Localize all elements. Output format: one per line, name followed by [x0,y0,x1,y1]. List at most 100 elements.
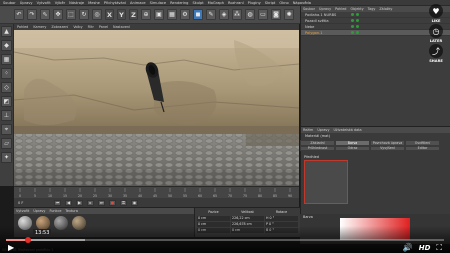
cube-icon[interactable]: ◼ [193,9,203,20]
axis-mode-icon[interactable]: ⊥ [1,110,12,121]
edges-mode-icon[interactable]: ◇ [1,82,12,93]
visibility-dot-icon[interactable] [351,31,354,34]
material-menu-item[interactable]: Vytvořit [16,209,29,213]
visibility-dot-icon[interactable] [351,13,354,16]
viewport-menu-item[interactable]: Kamery [33,25,46,29]
visibility-dot-icon[interactable] [351,25,354,28]
menu-item[interactable]: Rozhraní [228,1,244,5]
viewport-menu-item[interactable]: Nastavení [113,25,130,29]
viewport-menu-item[interactable]: Zobrazení [51,25,68,29]
object-menu-item[interactable]: Záložky [379,7,392,11]
like-button[interactable]: ♥ LIKE [425,4,447,23]
next-frame-icon[interactable]: ▸ [87,199,94,206]
go-to-end-icon[interactable]: ⏭ [98,199,105,206]
polygons-mode-icon[interactable]: ◩ [1,96,12,107]
render-dot-icon[interactable] [356,19,359,22]
make-editable-icon[interactable]: ▲ [1,26,12,37]
attribute-menu-item[interactable]: Uživatelská data [333,128,361,132]
render-dot-icon[interactable] [356,13,359,16]
menu-item[interactable]: Pluginy [248,1,261,5]
scale-icon[interactable]: ⬚ [66,9,76,20]
undo-icon[interactable]: ↶ [14,9,24,20]
hd-quality-badge[interactable]: HD [419,244,431,252]
menu-item[interactable]: Přichytávání [104,1,126,5]
timeline[interactable]: 0 5 10 15 20 25 30 35 40 45 50 55 60 65 70 75 80 85 90 [14,186,299,198]
camera-icon[interactable]: ◙ [271,9,281,20]
key-icon[interactable]: ⚿ [120,199,127,206]
attribute-tab[interactable]: Vyvýšení [370,145,405,151]
deformer-icon[interactable]: ◍ [245,9,255,20]
play-icon[interactable]: ▶ [76,199,83,206]
move-icon[interactable]: ✥ [53,9,63,20]
menu-item[interactable]: Rendering [170,1,188,5]
object-menu-item[interactable]: Úpravy [319,7,331,11]
viewport-menu-item[interactable]: Panel [99,25,108,29]
attribute-menu-item[interactable]: Úpravy [317,128,329,132]
attribute-tab[interactable]: Průhlednost [300,145,335,151]
volume-icon[interactable]: 🔊 [403,243,413,252]
menu-item[interactable]: Skulpt [192,1,203,5]
video-progress-bar[interactable] [6,237,444,243]
points-mode-icon[interactable]: ⁘ [1,68,12,79]
render-picture-icon[interactable]: ▦ [167,9,177,20]
3d-viewport[interactable] [14,30,299,186]
menu-item[interactable]: MoGraph [208,1,224,5]
y-axis-button[interactable]: Y [117,9,126,20]
coord-system-icon[interactable]: ⊕ [141,9,151,20]
viewport-menu-item[interactable]: Filtr [88,25,94,29]
menu-item[interactable]: Animace [130,1,146,5]
rotate-icon[interactable]: ↻ [79,9,89,20]
auto-key-icon[interactable]: ◉ [131,199,138,206]
play-icon[interactable]: ▶ [8,243,14,252]
model-mode-icon[interactable]: ◆ [1,40,12,51]
texture-mode-icon[interactable]: ▦ [1,54,12,65]
menu-item[interactable]: Soubor [3,1,16,5]
subdivision-icon[interactable]: ◈ [219,9,229,20]
redo-icon[interactable]: ↷ [27,9,37,20]
coord-field[interactable]: H 0 ° [265,216,298,221]
array-icon[interactable]: ⁂ [232,9,242,20]
menu-item[interactable]: Meshe [88,1,100,5]
render-settings-icon[interactable]: ⚙ [180,9,190,20]
menu-item[interactable]: Simulace [150,1,166,5]
select-icon[interactable]: ⇖ [40,9,50,20]
object-menu-item[interactable]: Tagy [368,7,376,11]
viewport-menu-item[interactable]: Pohled [17,25,28,29]
z-axis-button[interactable]: Z [129,9,138,20]
object-menu-item[interactable]: Objekty [350,7,363,11]
menu-item[interactable]: Vytvořit [37,1,51,5]
menu-item[interactable]: Úpravy [20,1,33,5]
render-dot-icon[interactable] [356,31,359,34]
live-select-icon[interactable]: ◎ [92,9,102,20]
floor-icon[interactable]: ▭ [258,9,268,20]
coord-field[interactable]: 226,22 cm [231,216,264,221]
visibility-dot-icon[interactable] [351,19,354,22]
attribute-tab[interactable]: Odraz [335,145,370,151]
sculpt-icon[interactable]: ✦ [1,152,12,163]
viewport-menu-item[interactable]: Volby [73,25,82,29]
material-menu-item[interactable]: Úpravy [33,209,45,213]
menu-item[interactable]: Okno [279,1,288,5]
object-menu-item[interactable]: Soubor [303,7,315,11]
menu-item[interactable]: Výběr [55,1,65,5]
watch-later-button[interactable]: ◷ LATER [425,24,447,43]
go-to-start-icon[interactable]: ⏮ [54,199,61,206]
render-dot-icon[interactable] [356,25,359,28]
menu-item[interactable]: Nápověda [293,1,311,5]
material-menu-item[interactable]: Funkce [49,209,61,213]
snap-icon[interactable]: ⌖ [1,124,12,135]
share-button[interactable]: ⤴ SHARE [425,44,447,63]
fullscreen-icon[interactable]: ⛶ [436,243,442,253]
attribute-menu-item[interactable]: Režim [303,128,313,132]
menu-item[interactable]: Skript [265,1,276,5]
material-menu-item[interactable]: Textura [65,209,77,213]
workplane-icon[interactable]: ▱ [1,138,12,149]
coord-field[interactable]: 0 cm [197,216,230,221]
light-icon[interactable]: ✺ [284,9,294,20]
material-preview-swatch[interactable] [304,160,348,204]
record-icon[interactable]: ● [109,199,116,206]
object-menu-item[interactable]: Pohled [335,7,346,11]
render-view-icon[interactable]: ▣ [154,9,164,20]
menu-item[interactable]: Nástroje [69,1,84,5]
attribute-tab[interactable]: Editor [405,145,440,151]
